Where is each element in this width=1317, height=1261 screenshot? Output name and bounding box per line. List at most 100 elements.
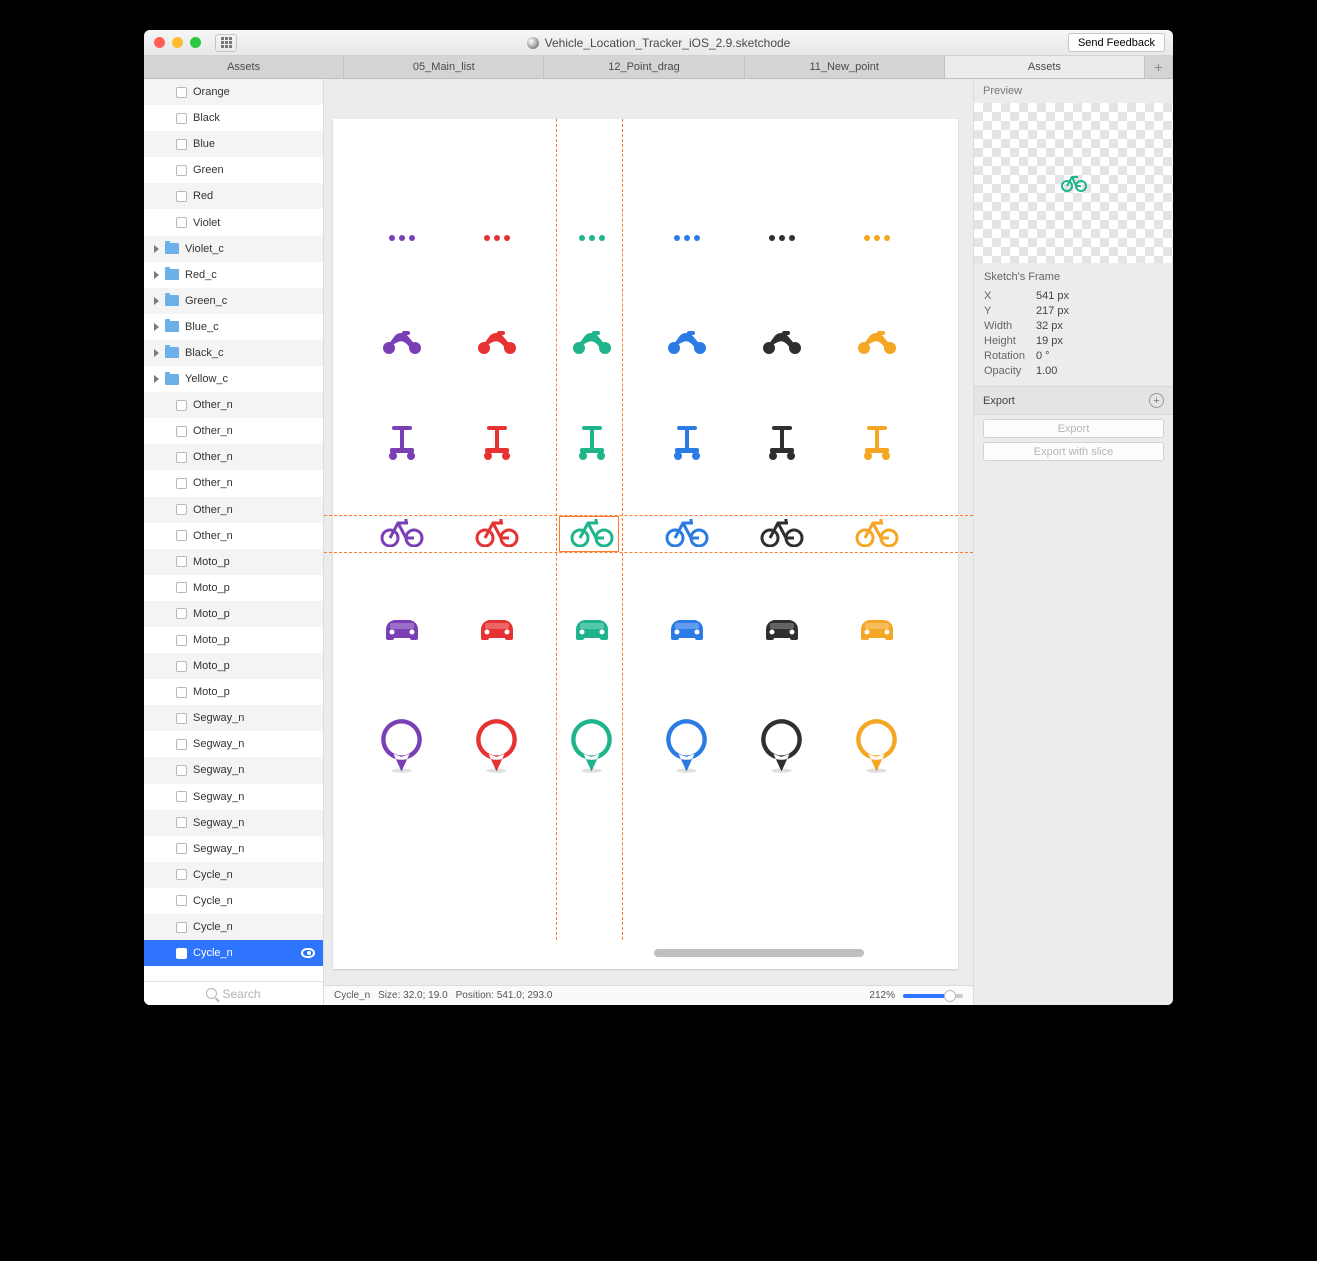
layer-row[interactable]: Other_n <box>144 523 323 549</box>
tab-assets-right[interactable]: Assets <box>945 56 1145 78</box>
add-tab-button[interactable]: + <box>1145 56 1173 78</box>
checkbox-icon[interactable] <box>176 817 187 828</box>
checkbox-icon[interactable] <box>176 400 187 411</box>
pin-icon[interactable] <box>379 707 424 785</box>
tab-assets-left[interactable]: Assets <box>144 56 344 78</box>
bicycle-icon[interactable] <box>759 519 804 547</box>
layer-row[interactable]: Violet <box>144 209 323 235</box>
layer-row[interactable]: Cycle_n <box>144 914 323 940</box>
layer-row[interactable]: Cycle_n <box>144 940 323 966</box>
layer-row[interactable]: Red <box>144 183 323 209</box>
layer-row[interactable]: Blue <box>144 131 323 157</box>
car-icon[interactable] <box>569 614 614 644</box>
layer-row[interactable]: Segway_n <box>144 705 323 731</box>
segway-icon[interactable] <box>759 424 804 460</box>
checkbox-icon[interactable] <box>176 895 187 906</box>
zoom-icon[interactable] <box>190 37 201 48</box>
zoom-slider[interactable] <box>903 994 963 998</box>
layer-row[interactable]: Other_n <box>144 497 323 523</box>
layer-row[interactable]: Green_c <box>144 288 323 314</box>
segway-icon[interactable] <box>569 424 614 460</box>
add-export-icon[interactable]: + <box>1149 393 1164 408</box>
layer-row[interactable]: Segway_n <box>144 757 323 783</box>
bicycle-icon[interactable] <box>664 519 709 547</box>
other-icon[interactable] <box>664 234 709 242</box>
export-button[interactable]: Export <box>983 419 1164 438</box>
car-icon[interactable] <box>474 614 519 644</box>
layer-row[interactable]: Other_n <box>144 392 323 418</box>
segway-icon[interactable] <box>854 424 899 460</box>
layer-row[interactable]: Moto_p <box>144 575 323 601</box>
checkbox-icon[interactable] <box>176 217 187 228</box>
layer-row[interactable]: Segway_n <box>144 836 323 862</box>
checkbox-icon[interactable] <box>176 582 187 593</box>
checkbox-icon[interactable] <box>176 713 187 724</box>
checkbox-icon[interactable] <box>176 191 187 202</box>
other-icon[interactable] <box>474 234 519 242</box>
layer-row[interactable]: Black_c <box>144 340 323 366</box>
layer-row[interactable]: Yellow_c <box>144 366 323 392</box>
layers-list[interactable]: OrangeBlackBlueGreenRedVioletViolet_cRed… <box>144 79 323 981</box>
checkbox-icon[interactable] <box>176 687 187 698</box>
layer-row[interactable]: Other_n <box>144 418 323 444</box>
checkbox-icon[interactable] <box>176 661 187 672</box>
checkbox-icon[interactable] <box>176 765 187 776</box>
layer-row[interactable]: Violet_c <box>144 236 323 262</box>
motorcycle-icon[interactable] <box>569 329 614 355</box>
zoom-knob[interactable] <box>944 990 956 1002</box>
close-icon[interactable] <box>154 37 165 48</box>
eye-icon[interactable] <box>301 948 315 958</box>
car-icon[interactable] <box>664 614 709 644</box>
minimize-icon[interactable] <box>172 37 183 48</box>
checkbox-icon[interactable] <box>176 556 187 567</box>
pin-icon[interactable] <box>759 707 804 785</box>
bicycle-icon[interactable] <box>379 519 424 547</box>
checkbox-icon[interactable] <box>176 739 187 750</box>
other-icon[interactable] <box>759 234 804 242</box>
layer-row[interactable]: Red_c <box>144 262 323 288</box>
layer-row[interactable]: Other_n <box>144 470 323 496</box>
pin-icon[interactable] <box>854 707 899 785</box>
grid-toggle-button[interactable] <box>215 34 237 52</box>
checkbox-icon[interactable] <box>176 635 187 646</box>
checkbox-icon[interactable] <box>176 530 187 541</box>
layer-row[interactable]: Moto_p <box>144 627 323 653</box>
checkbox-icon[interactable] <box>176 452 187 463</box>
checkbox-icon[interactable] <box>176 113 187 124</box>
layer-row[interactable]: Orange <box>144 79 323 105</box>
export-section-header[interactable]: Export + <box>974 386 1173 415</box>
layer-row[interactable]: Moto_p <box>144 601 323 627</box>
layer-row[interactable]: Black <box>144 105 323 131</box>
tab-12-point-drag[interactable]: 12_Point_drag <box>544 56 744 78</box>
checkbox-icon[interactable] <box>176 843 187 854</box>
checkbox-icon[interactable] <box>176 504 187 515</box>
car-icon[interactable] <box>379 614 424 644</box>
segway-icon[interactable] <box>379 424 424 460</box>
checkbox-icon[interactable] <box>176 165 187 176</box>
layer-row[interactable]: Segway_n <box>144 784 323 810</box>
other-icon[interactable] <box>379 234 424 242</box>
tab-11-new-point[interactable]: 11_New_point <box>745 56 945 78</box>
checkbox-icon[interactable] <box>176 139 187 150</box>
export-with-slice-button[interactable]: Export with slice <box>983 442 1164 461</box>
motorcycle-icon[interactable] <box>474 329 519 355</box>
layer-row[interactable]: Green <box>144 157 323 183</box>
layer-row[interactable]: Moto_p <box>144 679 323 705</box>
car-icon[interactable] <box>759 614 804 644</box>
layer-row[interactable]: Cycle_n <box>144 862 323 888</box>
layer-row[interactable]: Segway_n <box>144 810 323 836</box>
motorcycle-icon[interactable] <box>664 329 709 355</box>
layer-row[interactable]: Blue_c <box>144 314 323 340</box>
other-icon[interactable] <box>854 234 899 242</box>
tab-05-main-list[interactable]: 05_Main_list <box>344 56 544 78</box>
bicycle-icon[interactable] <box>569 519 614 547</box>
pin-icon[interactable] <box>474 707 519 785</box>
motorcycle-icon[interactable] <box>379 329 424 355</box>
layer-row[interactable]: Other_n <box>144 444 323 470</box>
motorcycle-icon[interactable] <box>759 329 804 355</box>
layer-row[interactable]: Segway_n <box>144 731 323 757</box>
canvas[interactable] <box>324 79 973 985</box>
horizontal-scrollbar[interactable] <box>654 949 864 957</box>
layer-row[interactable]: Cycle_n <box>144 888 323 914</box>
checkbox-icon[interactable] <box>176 608 187 619</box>
